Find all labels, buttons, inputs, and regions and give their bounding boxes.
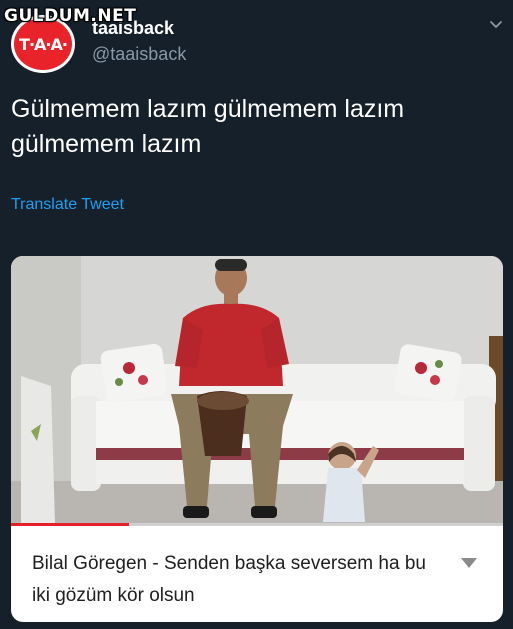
watermark: GULDUM.NET — [4, 6, 137, 26]
avatar-logo-text: T·A·A· — [19, 34, 68, 54]
triangle-down-icon[interactable] — [459, 556, 479, 570]
translate-tweet-link[interactable]: Translate Tweet — [11, 196, 124, 214]
video-thumbnail[interactable] — [11, 256, 503, 524]
video-card[interactable]: Bilal Göregen - Senden başka seversem ha… — [11, 256, 503, 622]
video-title: Bilal Göregen - Senden başka seversem ha… — [32, 553, 426, 606]
chevron-down-icon[interactable] — [486, 14, 506, 34]
user-handle[interactable]: @taaisback — [92, 44, 186, 65]
video-progress-bar[interactable] — [11, 523, 503, 526]
video-progress-fill — [11, 523, 130, 526]
tweet-text: Gülmemem lazım gülmemem lazım gülmemem l… — [11, 95, 405, 158]
